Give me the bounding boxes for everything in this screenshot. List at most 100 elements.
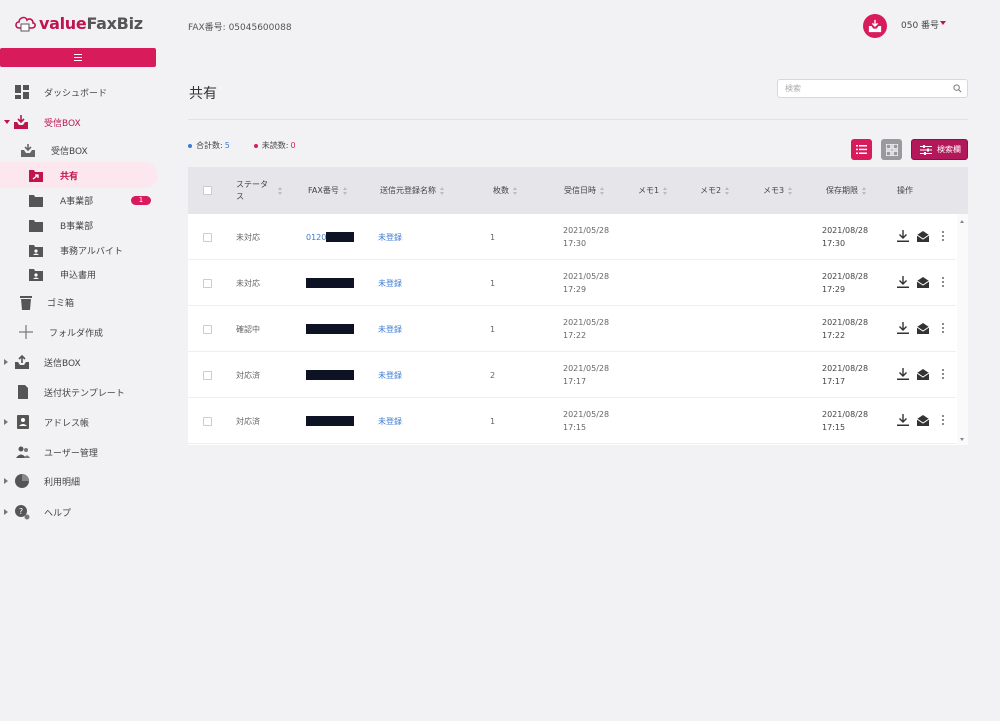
sidebar-item-office-parttime[interactable]: 事務アルバイト [0,237,158,263]
sidebar-item-user-management[interactable]: ユーザー管理 [0,439,158,465]
table-row[interactable]: 確認中 未登録 1 2021/05/28 17:22 2021/08/28 17:22 [188,306,956,352]
more-options-icon[interactable] [941,368,945,380]
fax-number-cell[interactable]: 0120 [306,214,355,260]
sidebar-item-application-form[interactable]: 申込書用 [0,261,158,287]
row-checkbox[interactable] [203,232,212,242]
search-filter-button[interactable]: 検索欄 [911,139,968,160]
expand-arrow-icon[interactable] [4,509,8,515]
sidebar-item-outbox[interactable]: 送信BOX [0,349,158,375]
fax-number-cell[interactable] [306,260,354,306]
select-all-checkbox[interactable] [203,186,212,195]
expand-arrow-icon[interactable] [4,478,8,484]
sidebar-item-usage-details[interactable]: 利用明細 [0,468,158,494]
redacted-block [306,370,354,380]
more-options-icon[interactable] [941,230,945,242]
download-icon[interactable] [897,276,909,288]
sidebar-item-inbox[interactable]: 受信BOX [0,109,158,135]
sidebar-item-a-division[interactable]: A事業部 1 [0,187,158,213]
open-mail-icon[interactable] [917,230,929,242]
expiry-time: 17:30 [822,239,846,248]
sort-icon[interactable] [788,186,794,195]
sidebar-item-label: 受信BOX [51,146,88,157]
table-row[interactable]: 対応済 未登録 1 2021/05/28 17:15 2021/08/28 17:15 [188,398,956,444]
pages-cell: 1 [490,324,496,334]
row-checkbox[interactable] [203,278,212,288]
sidebar-item-label: ダッシュボード [44,88,108,99]
header-pages[interactable]: 枚数 [493,167,519,214]
sidebar-item-shared[interactable]: 共有 [0,162,158,188]
menu-toggle-button[interactable] [0,48,156,67]
sidebar-item-dashboard[interactable]: ダッシュボード [0,79,158,105]
grid-view-button[interactable] [881,139,902,160]
open-mail-icon[interactable] [917,276,929,288]
more-options-icon[interactable] [941,414,945,426]
menu-icon [74,54,82,61]
sidebar-item-address-book[interactable]: アドレス帳 [0,409,158,435]
sidebar-item-cover-template[interactable]: 送付状テンプレート [0,379,158,405]
fax-number-cell[interactable] [306,398,354,444]
sidebar-item-help[interactable]: ? ヘルプ [0,499,158,525]
header-sender-name[interactable]: 送信元登録名称 [380,167,446,214]
expand-arrow-icon[interactable] [4,359,8,365]
row-checkbox[interactable] [203,416,212,426]
expand-arrow-icon[interactable] [4,419,8,425]
table-row[interactable]: 未対応 未登録 1 2021/05/28 17:29 2021/08/28 17:29 [188,260,956,306]
sort-icon[interactable] [725,186,731,195]
header-fax-number[interactable]: FAX番号 [308,167,349,214]
account-button[interactable] [863,14,887,38]
download-icon[interactable] [897,414,909,426]
sidebar-item-b-division[interactable]: B事業部 [0,212,158,238]
account-number-selector[interactable]: 050 番号 [901,18,939,31]
sort-icon[interactable] [513,186,519,195]
header-expiry[interactable]: 保存期限 [826,167,868,214]
app-logo[interactable]: valueFaxBiz [14,12,143,34]
list-view-button[interactable] [851,139,872,160]
logo-faxbiz-text: FaxBiz [86,13,143,33]
fax-number-cell[interactable] [306,352,354,398]
header-memo1[interactable]: メモ1 [638,167,669,214]
fax-number-cell[interactable] [306,306,354,352]
sort-icon[interactable] [600,186,606,195]
sort-icon[interactable] [278,186,284,195]
search-input[interactable] [778,80,948,97]
sidebar-item-trash[interactable]: ゴミ箱 [0,289,158,315]
table-row[interactable]: 対応済 未登録 2 2021/05/28 17:17 2021/08/28 17:17 [188,352,956,398]
sort-icon[interactable] [862,186,868,195]
sender-name-link[interactable]: 未登録 [378,398,402,444]
open-mail-icon[interactable] [917,414,929,426]
sender-name-link[interactable]: 未登録 [378,214,402,260]
sidebar-item-create-folder[interactable]: フォルダ作成 [0,319,158,345]
pages-cell: 1 [490,278,496,288]
received-date: 2021/05/28 [563,364,610,373]
dashboard-icon [15,85,29,99]
search-icon[interactable] [953,84,962,93]
share-folder-icon [29,169,43,182]
header-status[interactable]: ステータス [236,167,284,214]
chevron-down-icon[interactable] [940,21,946,25]
header-memo3[interactable]: メモ3 [763,167,794,214]
scroll-up-icon[interactable] [960,220,964,223]
sort-icon[interactable] [663,186,669,195]
open-mail-icon[interactable] [917,368,929,380]
table-scrollbar[interactable] [957,214,968,445]
sender-name-link[interactable]: 未登録 [378,352,402,398]
sender-name-link[interactable]: 未登録 [378,306,402,352]
row-checkbox[interactable] [203,370,212,380]
sender-name-link[interactable]: 未登録 [378,260,402,306]
scroll-down-icon[interactable] [960,438,964,441]
download-icon[interactable] [897,230,909,242]
expand-arrow-icon[interactable] [4,120,10,124]
fax-number-label: FAX番号: 05045600088 [188,23,292,33]
header-received-date[interactable]: 受信日時 [564,167,606,214]
table-row[interactable]: 未対応 0120 未登録 1 2021/05/28 17:30 2021/08/28 17:3… [188,214,956,260]
download-icon[interactable] [897,368,909,380]
download-icon[interactable] [897,322,909,334]
sort-icon[interactable] [342,186,349,195]
more-options-icon[interactable] [941,276,945,288]
sidebar-item-inbox-sub[interactable]: 受信BOX [0,137,158,163]
open-mail-icon[interactable] [917,322,929,334]
sort-icon[interactable] [440,186,446,195]
more-options-icon[interactable] [941,322,945,334]
row-checkbox[interactable] [203,324,212,334]
header-memo2[interactable]: メモ2 [700,167,731,214]
